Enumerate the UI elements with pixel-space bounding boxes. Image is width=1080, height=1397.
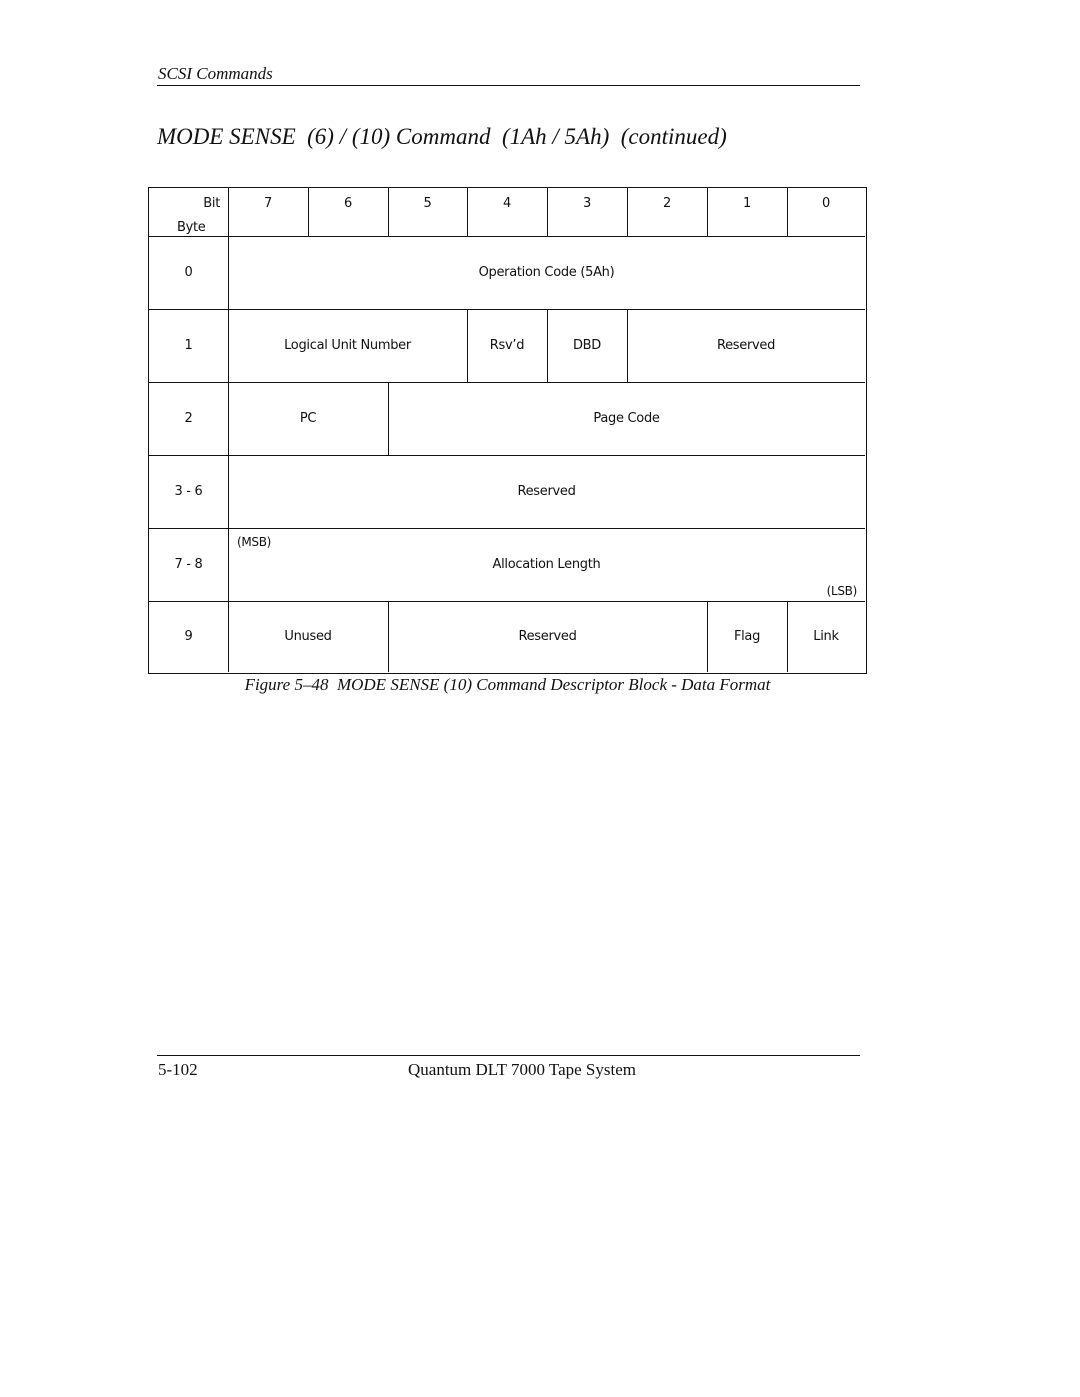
cdb-table: Bit Byte 7 6 5 4 3 2 1 0 0 Operation Cod… <box>148 187 867 674</box>
bit-header-1: 1 <box>707 188 788 237</box>
field-reserved-bit: Rsv’d <box>467 309 548 383</box>
byte-index: 1 <box>149 309 229 383</box>
bit-header-6: 6 <box>308 188 389 237</box>
field-allocation-length: (MSB) Allocation Length (LSB) <box>228 528 865 602</box>
allocation-length-label: Allocation Length <box>492 557 601 572</box>
header-rule <box>157 85 860 86</box>
field-logical-unit-number: Logical Unit Number <box>228 309 468 383</box>
footer-rule <box>157 1055 860 1056</box>
byte-index: 2 <box>149 382 229 456</box>
msb-marker: (MSB) <box>237 535 272 549</box>
byte-index: 3 - 6 <box>149 455 229 529</box>
field-operation-code: Operation Code (5Ah) <box>228 236 865 310</box>
field-page-code: Page Code <box>388 382 865 456</box>
lsb-marker: (LSB) <box>826 584 858 598</box>
field-dbd: DBD <box>547 309 628 383</box>
section-header: SCSI Commands <box>158 64 273 83</box>
field-reserved: Reserved <box>627 309 865 383</box>
bit-byte-corner: Bit Byte <box>149 188 229 237</box>
bit-header-0: 0 <box>787 188 865 237</box>
page-title: MODE SENSE (6) / (10) Command (1Ah / 5Ah… <box>157 124 727 149</box>
bit-header-2: 2 <box>627 188 708 237</box>
byte-label: Byte <box>177 220 206 235</box>
bit-label: Bit <box>203 196 220 211</box>
bit-header-4: 4 <box>467 188 548 237</box>
field-reserved: Reserved <box>388 601 708 672</box>
field-unused: Unused <box>228 601 389 672</box>
bit-header-7: 7 <box>228 188 309 237</box>
byte-index: 0 <box>149 236 229 310</box>
bit-header-3: 3 <box>547 188 628 237</box>
field-pc: PC <box>228 382 389 456</box>
field-link: Link <box>813 629 839 644</box>
field-flag: Flag <box>707 601 788 672</box>
byte-index: 9 <box>149 601 229 672</box>
field-reserved: Reserved <box>228 455 865 529</box>
document-title: Quantum DLT 7000 Tape System <box>408 1060 636 1079</box>
byte-index: 7 - 8 <box>149 528 229 602</box>
figure-caption: Figure 5–48 MODE SENSE (10) Command Desc… <box>244 675 771 694</box>
bit-header-5: 5 <box>388 188 468 237</box>
page-number: 5-102 <box>158 1060 198 1079</box>
